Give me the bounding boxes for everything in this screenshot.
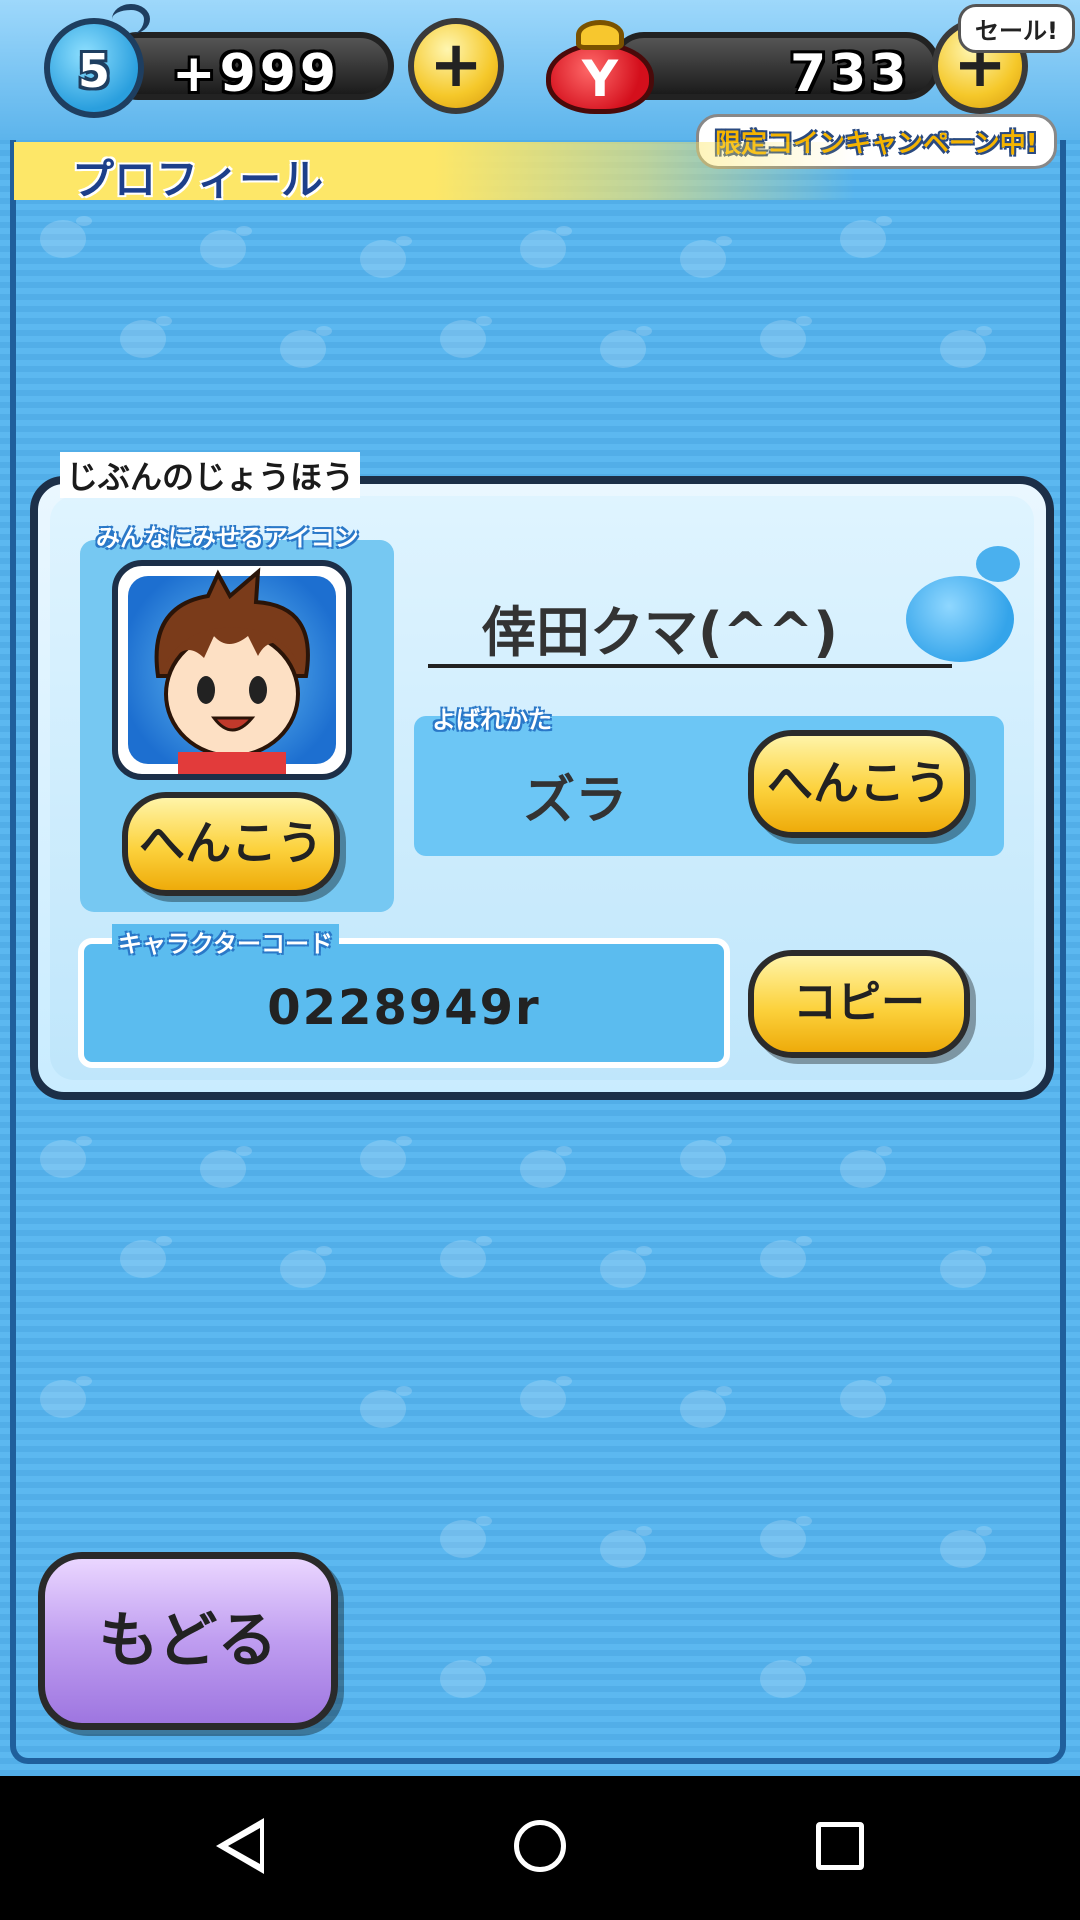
- nav-home-icon[interactable]: [514, 1820, 566, 1872]
- copy-code-button[interactable]: コピー: [748, 950, 970, 1058]
- game-screen: +999 5 + 733 Y + セール! 限定コインキャンペーン中! プロフィ…: [0, 0, 1080, 1776]
- nickname-label: よばれかた: [432, 706, 552, 734]
- character-code-label: キャラクターコード: [112, 924, 340, 959]
- change-nickname-button[interactable]: へんこう: [748, 730, 970, 838]
- soul-decoration-icon: [906, 576, 1014, 662]
- page-title: プロフィール: [72, 155, 324, 204]
- coin-purse-icon: Y: [546, 14, 654, 114]
- nav-recents-icon[interactable]: [816, 1822, 864, 1870]
- nickname-value: ズラ: [522, 771, 627, 831]
- character-code-value: 0228949r: [267, 980, 541, 1036]
- purse-letter: Y: [581, 50, 619, 108]
- add-soul-points-button[interactable]: +: [408, 18, 504, 114]
- back-button[interactable]: もどる: [38, 1552, 338, 1730]
- name-underline: [428, 664, 952, 668]
- soul-tail-icon: [112, 4, 150, 34]
- soul-decoration-tail-icon: [976, 546, 1020, 582]
- change-icon-button[interactable]: へんこう: [122, 792, 340, 896]
- soul-level-value: 5: [77, 44, 110, 98]
- avatar: [112, 560, 352, 780]
- icon-section-label: みんなにみせるアイコン: [96, 524, 359, 552]
- character-portrait-icon: [154, 567, 310, 774]
- sale-badge: セール!: [958, 4, 1075, 53]
- coins-value: 733: [790, 44, 911, 104]
- profile-section-label: じぶんのじょうほう: [60, 452, 361, 498]
- player-name: 倖田クマ(^^): [482, 601, 838, 664]
- soul-points-value: +999: [172, 44, 341, 104]
